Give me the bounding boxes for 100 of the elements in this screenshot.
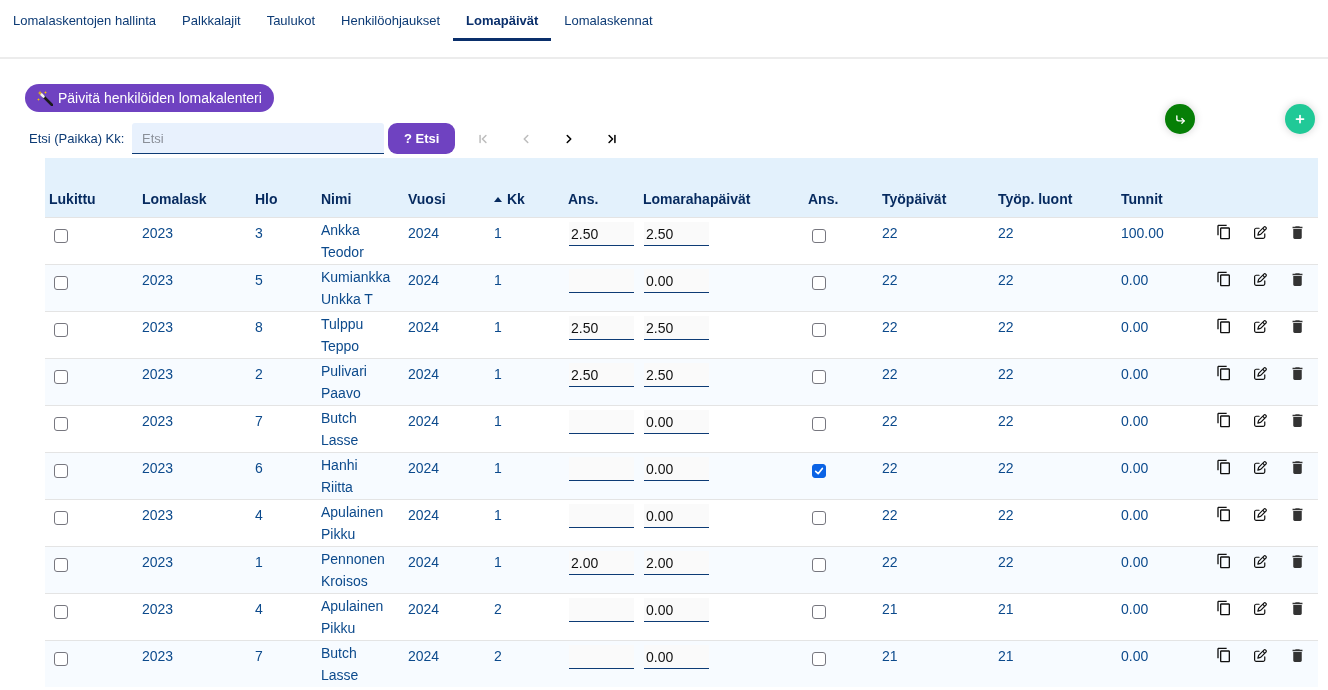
table-cell: 2023 [142, 224, 174, 241]
edit-icon [1254, 319, 1267, 333]
edit-button[interactable] [1252, 270, 1269, 288]
tab[interactable]: Lomalaskennat [551, 0, 666, 41]
input-field[interactable]: 0.00 [644, 269, 709, 293]
table-cell-text: Tulppu Teppo [321, 314, 365, 356]
table-cell: 2023 [142, 271, 174, 288]
input-field[interactable]: 2.00 [569, 551, 634, 575]
edit-button[interactable] [1252, 317, 1269, 335]
input-field[interactable] [569, 269, 634, 293]
tab[interactable]: Taulukot [253, 0, 329, 41]
table-cell: 22 [998, 553, 1014, 570]
input-field[interactable] [569, 457, 634, 481]
column-header: Hlo [255, 189, 278, 209]
input-field[interactable] [569, 645, 634, 669]
table-cell: 2023 [142, 506, 174, 523]
checkbox[interactable] [812, 228, 826, 243]
checkbox[interactable] [812, 557, 826, 572]
input-field[interactable]: 0.00 [644, 504, 709, 528]
checkbox[interactable] [54, 369, 68, 384]
checkbox[interactable] [812, 651, 826, 666]
edit-button[interactable] [1252, 364, 1269, 382]
copy-button[interactable] [1215, 458, 1232, 476]
table-cell: 2024 [408, 600, 440, 617]
input-field[interactable] [569, 410, 634, 434]
input-field[interactable]: 2.50 [569, 316, 634, 340]
table-cell-text: Butch Lasse [321, 408, 360, 450]
return-button[interactable] [1165, 104, 1195, 134]
edit-icon [1254, 601, 1267, 615]
input-field[interactable]: 0.00 [644, 645, 709, 669]
checkbox[interactable] [812, 275, 826, 290]
column-header: Lomalask [142, 189, 207, 209]
edit-button[interactable] [1252, 552, 1269, 570]
copy-button[interactable] [1215, 317, 1232, 335]
tab[interactable]: Henkilöohjaukset [328, 0, 454, 41]
input-field[interactable]: 2.50 [644, 222, 709, 246]
input-field[interactable] [569, 504, 634, 528]
edit-button[interactable] [1252, 458, 1269, 476]
checkbox[interactable] [812, 416, 826, 431]
input-field[interactable]: 2.50 [569, 222, 634, 246]
table-cell: 1 [494, 412, 502, 429]
tab[interactable]: Lomalaskentojen hallinta [0, 0, 170, 41]
checkbox[interactable] [54, 604, 68, 619]
edit-button[interactable] [1252, 411, 1269, 429]
table-cell: 0.00 [1121, 459, 1149, 476]
copy-button[interactable] [1215, 411, 1232, 429]
table-cell: 0.00 [1121, 647, 1149, 664]
checkbox[interactable] [54, 510, 68, 525]
table-cell: 0.00 [1121, 271, 1149, 288]
checkbox[interactable] [54, 463, 68, 478]
search-field[interactable]: Etsi [132, 123, 384, 154]
table-cell: 8 [255, 318, 263, 335]
tab[interactable]: Palkkalajit [169, 0, 254, 41]
checkbox[interactable] [54, 228, 68, 243]
checkbox[interactable] [54, 322, 68, 337]
update-calendar-button[interactable]: Päivitä henkilöiden lomakalenteri [25, 84, 274, 112]
checkbox[interactable] [812, 369, 826, 384]
copy-button[interactable] [1215, 505, 1232, 523]
copy-icon [1215, 506, 1232, 522]
checkbox[interactable] [54, 651, 68, 666]
column-header: Työpäivät [882, 189, 947, 209]
table-cell: 2023 [142, 647, 174, 664]
edit-icon [1254, 648, 1267, 662]
checkbox[interactable] [812, 322, 826, 337]
copy-icon [1215, 365, 1232, 381]
checkbox[interactable] [812, 510, 826, 525]
checkbox[interactable] [812, 463, 826, 478]
input-field[interactable] [569, 598, 634, 622]
checkbox[interactable] [54, 557, 68, 572]
table-cell: 0.00 [1121, 412, 1149, 429]
edit-button[interactable] [1252, 646, 1269, 664]
column-header: Tunnit [1121, 189, 1163, 209]
table-cell-text: Kumiankka Unkka T [321, 267, 392, 309]
edit-button[interactable] [1252, 505, 1269, 523]
tab[interactable]: Lomapäivät [453, 0, 552, 41]
input-field[interactable]: 0.00 [644, 457, 709, 481]
input-field[interactable]: 2.00 [644, 551, 709, 575]
checkbox[interactable] [54, 416, 68, 431]
copy-button[interactable] [1215, 552, 1232, 570]
input-field[interactable]: 2.50 [644, 316, 709, 340]
edit-button[interactable] [1252, 223, 1269, 241]
copy-button[interactable] [1215, 364, 1232, 382]
copy-button[interactable] [1215, 270, 1232, 288]
table-cell: 1 [255, 553, 263, 570]
input-field[interactable]: 0.00 [644, 598, 709, 622]
input-field[interactable]: 2.50 [569, 363, 634, 387]
input-field[interactable]: 2.50 [644, 363, 709, 387]
copy-button[interactable] [1215, 646, 1232, 664]
table-cell: 22 [998, 271, 1014, 288]
table-cell: 22 [882, 412, 898, 429]
edit-icon [1254, 366, 1267, 380]
table-cell: 4 [255, 506, 263, 523]
edit-button[interactable] [1252, 599, 1269, 617]
copy-button[interactable] [1215, 223, 1232, 241]
checkbox[interactable] [54, 275, 68, 290]
checkbox[interactable] [812, 604, 826, 619]
column-header: Työp. luont [998, 189, 1073, 209]
input-field[interactable]: 0.00 [644, 410, 709, 434]
copy-button[interactable] [1215, 599, 1232, 617]
search-button[interactable]: ? Etsi [388, 123, 456, 154]
